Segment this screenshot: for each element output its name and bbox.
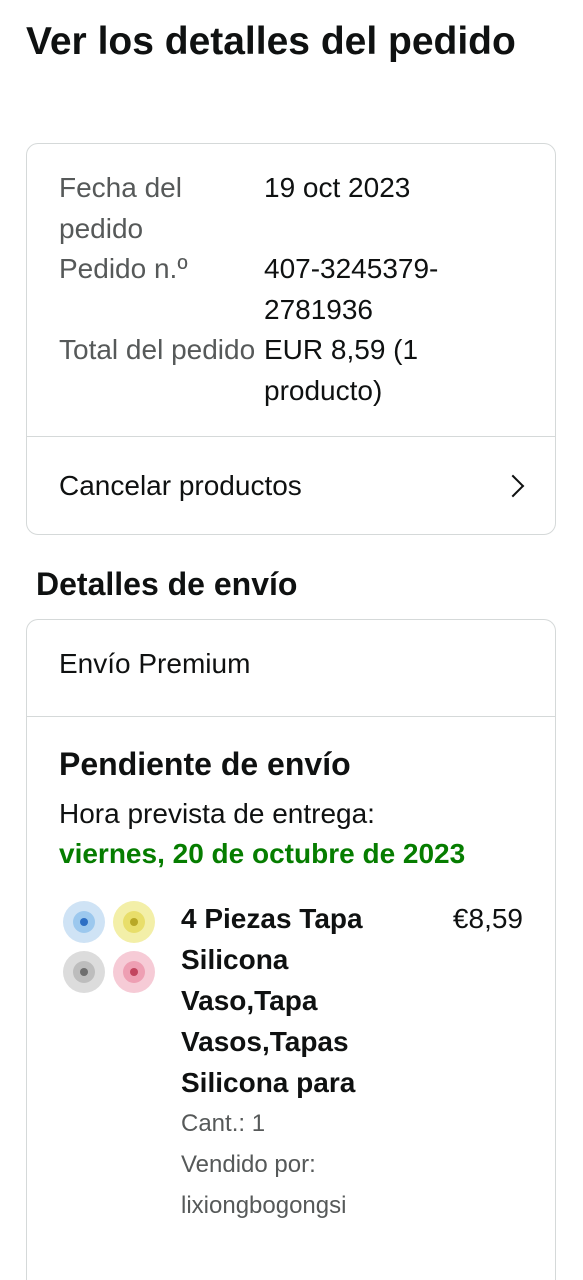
order-summary-card: Fecha del pedido 19 oct 2023 Pedido n.º … [26,143,556,535]
order-date-value: 19 oct 2023 [264,172,411,203]
delivery-estimate-date: viernes, 20 de octubre de 2023 [59,838,466,869]
order-number-label: Pedido n.º [59,253,188,284]
shipping-section-title: Detalles de envío [36,566,298,602]
order-date-row: Fecha del pedido 19 oct 2023 [59,168,535,249]
order-total-value: EUR 8,59 (1 producto) [264,334,419,406]
product-price: €8,59 [452,903,523,934]
seller-name[interactable]: lixiongbogongsi [181,1185,481,1226]
cancel-items-label: Cancelar productos [59,470,302,501]
delivery-estimate-label: Hora prevista de entrega: [59,798,375,829]
sold-by-label: Vendido por: [181,1151,316,1178]
order-number-value: 407-3245379-2781936 [264,253,439,325]
silicone-lids-image [63,901,155,993]
order-summary-grid: Fecha del pedido 19 oct 2023 Pedido n.º … [59,168,535,411]
order-number-row: Pedido n.º 407-3245379-2781936 [59,249,535,330]
product-title[interactable]: 4 Piezas Tapa Silicona Vaso,Tapa Vasos,T… [181,898,401,1103]
order-date-label: Fecha del pedido [59,172,182,244]
product-quantity: Cant.: 1 [181,1110,266,1137]
shipment-status: Pendiente de envío [59,746,351,782]
shipment-divider [27,716,555,717]
order-total-row: Total del pedido EUR 8,59 (1 producto) [59,330,535,411]
page-title: Ver los detalles del pedido [26,20,516,63]
order-total-label: Total del pedido [59,334,256,365]
cancel-items-button[interactable]: Cancelar productos [27,437,555,534]
product-image[interactable] [59,898,159,998]
chevron-right-icon [501,474,525,498]
shipment-card: Envío Premium Pendiente de envío Hora pr… [26,619,556,1280]
shipping-type: Envío Premium [59,648,251,679]
